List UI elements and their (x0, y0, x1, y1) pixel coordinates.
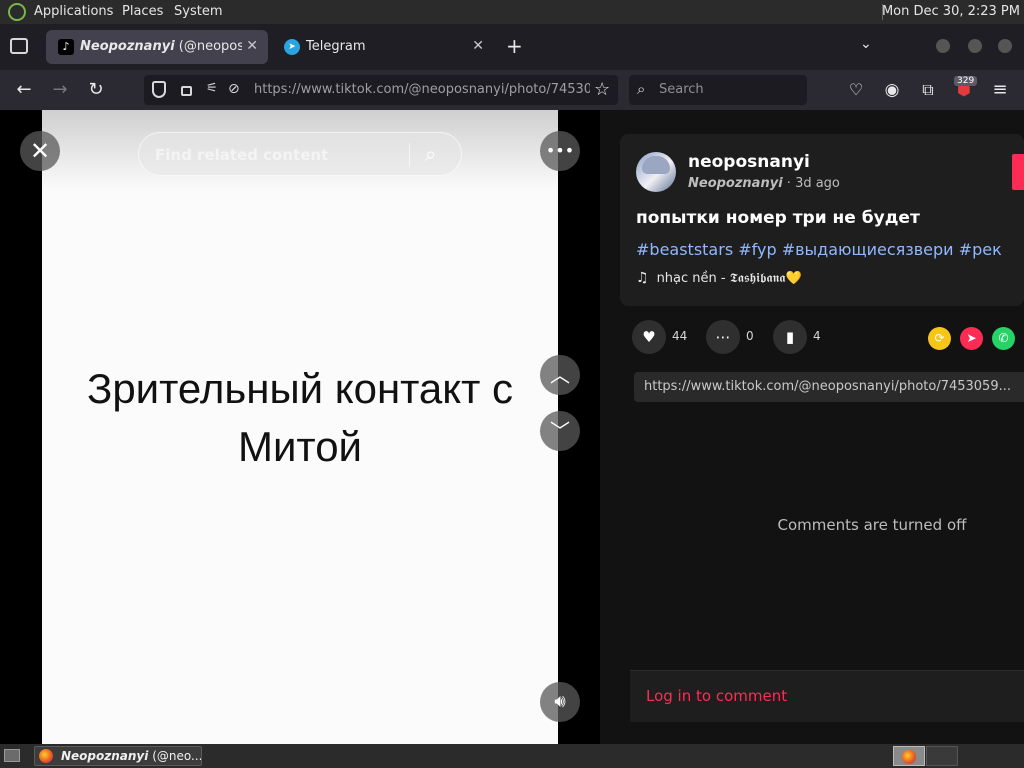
back-arrow-icon[interactable]: ← (12, 78, 36, 102)
close-icon[interactable]: ✕ (20, 131, 60, 171)
login-bar: Log in to comment (630, 670, 1024, 722)
menu-system[interactable]: System (174, 4, 222, 19)
avatar[interactable] (636, 152, 676, 192)
shield-icon[interactable] (152, 81, 166, 98)
follow-button[interactable] (1012, 154, 1024, 190)
taskbar-item-bold: Neopoznanyi (61, 749, 149, 763)
more-options-icon[interactable]: ••• (540, 131, 580, 171)
favorite-count: 4 (813, 329, 821, 343)
workspace-switcher-empty[interactable] (926, 746, 958, 766)
search-placeholder: Search (659, 82, 704, 97)
volume-icon[interactable]: 🔊︎ (540, 682, 580, 722)
tab-title-rest: (@neoposnanyi) (178, 39, 242, 54)
taskbar-item-firefox[interactable]: Neopoznanyi (@neo... (34, 746, 202, 766)
tab-title-bold: Neopoznanyi (80, 39, 175, 54)
tiktok-photo-page: Зрительный контакт с Митой Find related … (0, 110, 1024, 744)
next-slide-chevron-down-icon[interactable]: ﹀ (540, 411, 580, 451)
comments-status: Comments are turned off (777, 516, 967, 534)
firefox-icon (902, 750, 916, 764)
tab-list-chevron-icon[interactable]: ⌄ (860, 36, 872, 52)
browser-tab-strip: ♪ Neopoznanyi (@neoposnanyi) ✕ ➤ Telegra… (0, 24, 1024, 70)
tab-close-icon[interactable]: ✕ (472, 38, 484, 54)
avatar-hair (642, 156, 670, 174)
tab-close-icon[interactable]: ✕ (246, 38, 258, 54)
comment-count: 0 (746, 329, 754, 343)
tab-overview-icon[interactable] (10, 38, 28, 54)
show-desktop-icon[interactable] (4, 749, 20, 762)
post-side-panel: neoposnanyi Neopoznanyi · 3d ago попытки… (600, 110, 1024, 744)
lock-icon[interactable] (181, 86, 192, 96)
divider (409, 143, 410, 167)
tiktok-icon: ♪ (58, 39, 74, 55)
search-input[interactable]: ⌕ Search (629, 75, 807, 105)
comment-icon: ⋯ (706, 320, 740, 354)
post-age: 3d ago (795, 176, 840, 191)
music-title: nhạc nền - 𝕿𝖆𝖘𝖍𝖎𝖇𝖆𝖓𝖆💛 (656, 271, 802, 286)
photo-slide: Зрительный контакт с Митой (42, 110, 558, 744)
photo-viewer: Зрительный контакт с Митой Find related … (0, 110, 600, 744)
music-note-icon: ♫ (636, 270, 649, 286)
firefox-icon (39, 749, 53, 763)
reload-icon[interactable]: ↻ (84, 78, 108, 102)
permissions-icon[interactable]: ⚟ (206, 81, 218, 96)
window-close-icon[interactable] (998, 39, 1012, 53)
extensions-icon[interactable]: ⧉ (916, 78, 940, 102)
previous-slide-chevron-up-icon[interactable]: ︿ (540, 355, 580, 395)
account-icon[interactable]: ◉ (880, 78, 904, 102)
gnome-logo-icon[interactable] (8, 3, 26, 21)
tab-title: Telegram (306, 39, 366, 54)
username[interactable]: neoposnanyi (688, 152, 810, 172)
workspace-switcher[interactable] (893, 746, 925, 766)
telegram-icon: ➤ (284, 39, 300, 55)
forward-arrow-icon[interactable]: → (48, 78, 72, 102)
window-minimize-icon[interactable] (936, 39, 950, 53)
related-placeholder: Find related content (155, 146, 329, 164)
find-related-search[interactable]: Find related content ⌕ (138, 132, 462, 176)
pocket-icon[interactable]: ♡ (844, 78, 868, 102)
url-bar[interactable]: ⚟ ⊘ https://www.tiktok.com/@neoposnanyi/… (144, 75, 618, 105)
tab-tiktok[interactable]: ♪ Neopoznanyi (@neoposnanyi) ✕ (46, 30, 268, 64)
bookmark-icon: ▮ (773, 320, 807, 354)
system-top-panel: Applications Places System Mon Dec 30, 2… (0, 0, 1024, 24)
photo-text: Зрительный контакт с Митой (42, 360, 558, 476)
login-to-comment-link[interactable]: Log in to comment (646, 687, 787, 705)
photo-text-line: Зрительный контакт с (86, 365, 514, 412)
clock[interactable]: Mon Dec 30, 2:23 PM (882, 4, 1020, 19)
nickname-line: Neopoznanyi · 3d ago (688, 176, 840, 191)
copy-link-field[interactable]: https://www.tiktok.com/@neoposnanyi/phot… (634, 372, 1024, 402)
nickname[interactable]: Neopoznanyi (688, 176, 783, 191)
new-tab-icon[interactable]: + (506, 34, 523, 58)
hamburger-menu-icon[interactable]: ≡ (988, 78, 1012, 102)
send-icon[interactable]: ➤ (960, 327, 983, 350)
separator-dot: · (782, 176, 796, 191)
hashtags[interactable]: #beaststars #fyp #выдающиесязвери #рек (636, 240, 1002, 259)
tab-telegram[interactable]: ➤ Telegram ✕ (272, 30, 494, 64)
heart-icon: ♥ (632, 320, 666, 354)
repost-icon[interactable]: ⟳ (928, 327, 951, 350)
browser-nav-bar: ← → ↻ ⚟ ⊘ https://www.tiktok.com/@neopos… (0, 70, 1024, 110)
search-icon[interactable]: ⌕ (425, 142, 436, 166)
link-text[interactable]: https://www.tiktok.com/@neoposnanyi/phot… (644, 379, 1011, 394)
music-line[interactable]: ♫ nhạc nền - 𝕿𝖆𝖘𝖍𝖎𝖇𝖆𝖓𝖆💛 (636, 270, 802, 286)
post-caption: попытки номер три не будет (636, 208, 920, 228)
url-text[interactable]: https://www.tiktok.com/@neoposnanyi/phot… (254, 82, 590, 97)
ublock-badge: 329 (954, 76, 978, 86)
bookmark-star-icon[interactable]: ☆ (594, 79, 610, 100)
taskbar-item-rest: (@neo... (148, 749, 201, 763)
window-maximize-icon[interactable] (968, 39, 982, 53)
photo-text-line: Митой (237, 423, 363, 470)
menu-applications[interactable]: Applications (34, 4, 113, 19)
system-taskbar: Neopoznanyi (@neo... (0, 744, 1024, 768)
autoplay-blocked-icon[interactable]: ⊘ (228, 81, 240, 97)
whatsapp-icon[interactable]: ✆ (992, 327, 1015, 350)
like-count: 44 (672, 329, 688, 343)
menu-places[interactable]: Places (122, 4, 163, 19)
search-icon: ⌕ (637, 80, 646, 98)
post-info-card: neoposnanyi Neopoznanyi · 3d ago попытки… (620, 134, 1024, 306)
